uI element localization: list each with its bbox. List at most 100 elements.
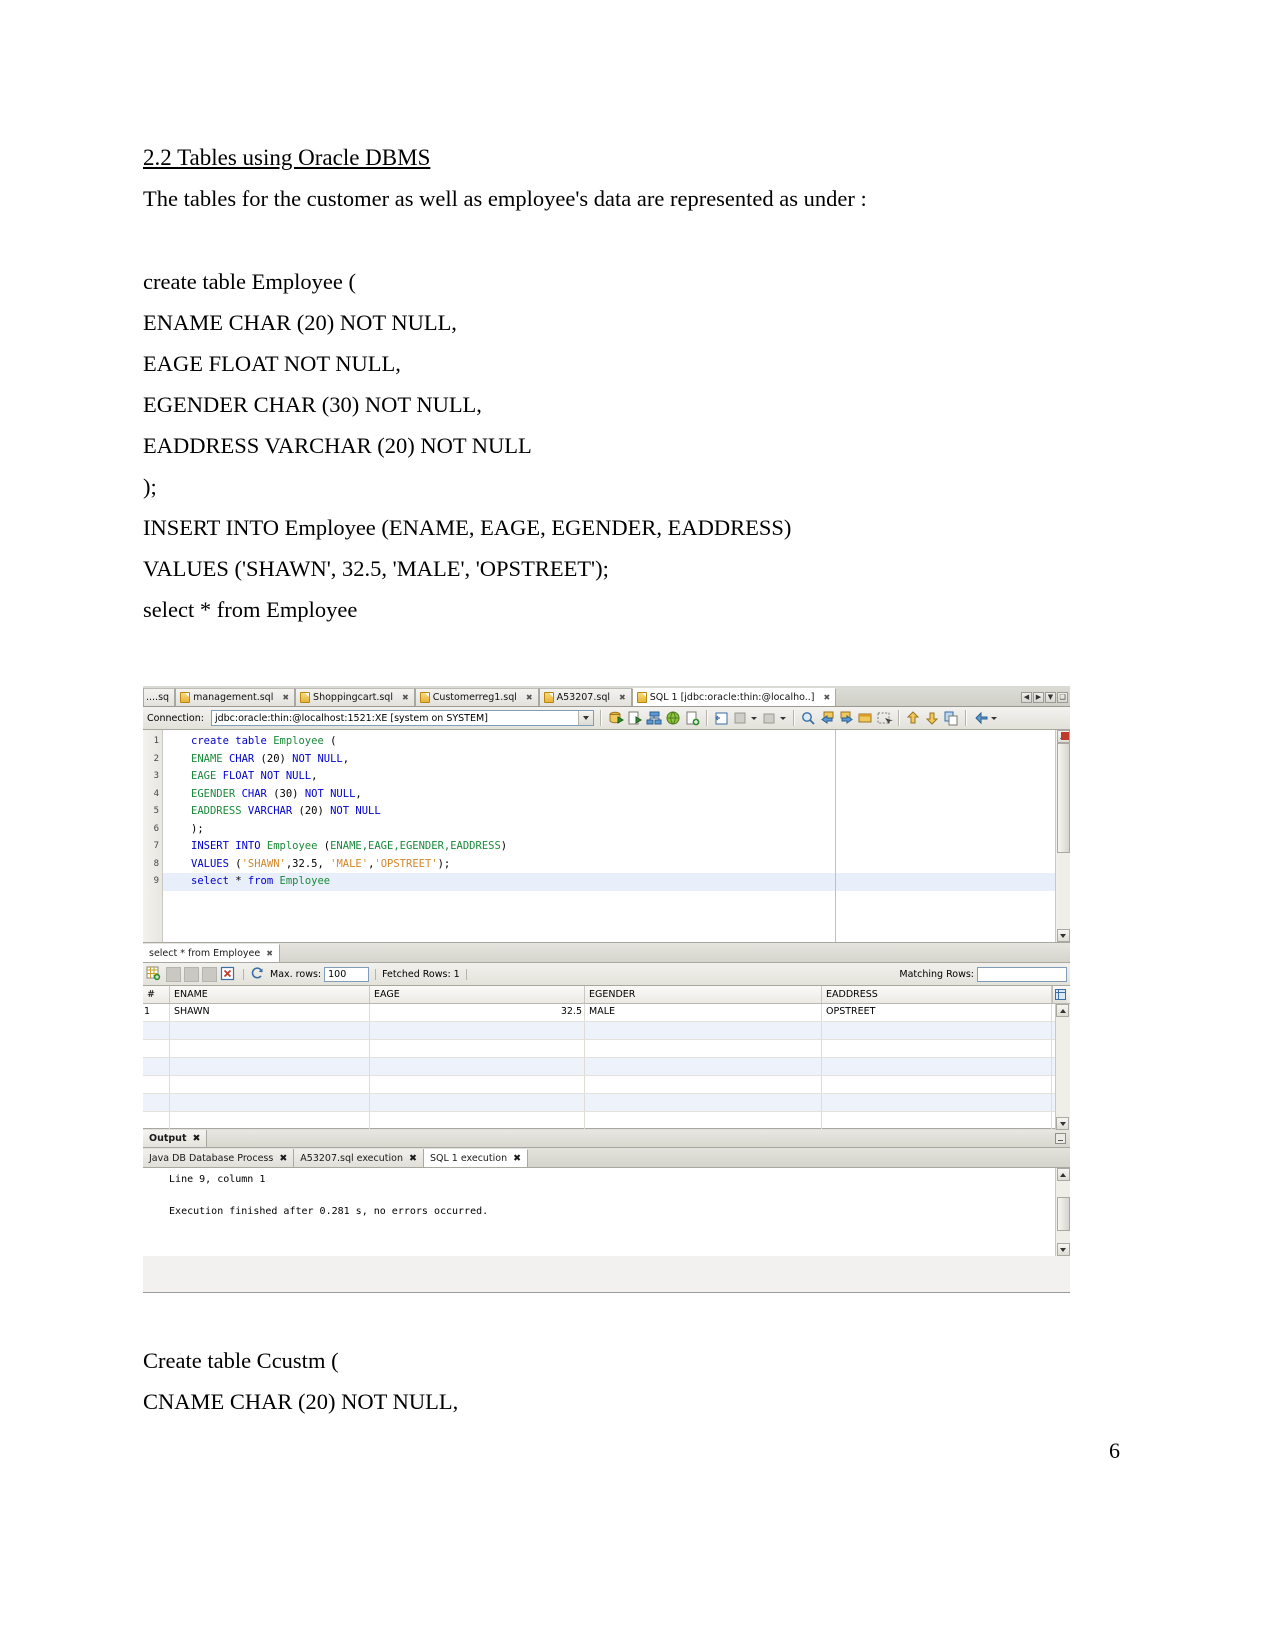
table-cell[interactable] [170,1058,370,1075]
run-statement-icon[interactable] [608,710,625,727]
scroll-up-icon[interactable] [1056,1004,1069,1017]
table-cell[interactable] [370,1112,585,1129]
grid-column-chooser-icon[interactable] [1052,986,1067,1003]
up-arrow-icon[interactable] [905,710,922,727]
table-cell[interactable] [822,1022,1052,1039]
table-cell[interactable] [143,1112,170,1129]
chevron-down-icon[interactable] [779,716,786,720]
table-cell[interactable] [143,1076,170,1093]
close-icon[interactable]: ✖ [266,949,273,958]
table-cell[interactable] [370,1058,585,1075]
results-grid-body[interactable]: 1 SHAWN 32.5 MALE OPSTREET [143,1004,1070,1130]
close-icon[interactable]: ✖ [513,1153,521,1164]
new-worksheet-icon[interactable] [684,710,701,727]
scroll-up-icon[interactable] [1056,1168,1070,1181]
previous-icon[interactable] [819,710,836,727]
scroll-down-icon[interactable] [1056,929,1070,942]
editor-vertical-scrollbar[interactable] [1055,730,1070,942]
table-cell[interactable] [143,1040,170,1057]
scrollbar-thumb[interactable] [1056,1197,1070,1231]
table-cell[interactable] [170,1040,370,1057]
connection-select[interactable]: jdbc:oracle:thin:@localhost:1521:XE [sys… [210,710,594,726]
copy-icon[interactable] [943,710,960,727]
globe-icon[interactable] [665,710,682,727]
column-header-eage[interactable]: EAGE [370,986,585,1003]
chevron-down-icon[interactable] [577,711,593,725]
autocommit-icon[interactable] [761,710,778,727]
table-cell[interactable] [170,1022,370,1039]
find-icon[interactable] [800,710,817,727]
output-panel-body[interactable]: Line 9, column 1 Execution finished afte… [143,1168,1070,1256]
grid-export-icon[interactable] [146,966,163,983]
table-cell[interactable] [370,1022,585,1039]
scrollbar-track[interactable] [1056,743,1070,929]
down-arrow-icon[interactable] [924,710,941,727]
column-header-egender[interactable]: EGENDER [585,986,822,1003]
close-icon[interactable]: ✖ [193,1133,201,1144]
table-cell[interactable] [822,1094,1052,1111]
output-tab-sql-1-execution[interactable]: SQL 1 execution ✖ [423,1149,529,1167]
matching-rows-input[interactable] [977,966,1067,982]
table-cell[interactable] [143,1022,170,1039]
scrollbar-track[interactable] [1056,1017,1069,1117]
tab-scroll-left-icon[interactable]: ◀ [1021,691,1032,703]
sql-editor[interactable]: 1 2 3 4 5 6 7 8 9 create table Employee … [143,730,1070,943]
tab-scroll-right-icon[interactable]: ▶ [1033,691,1044,703]
table-row-empty[interactable] [143,1094,1055,1112]
editor-tab-sql-1[interactable]: SQL 1 [jdbc:oracle:thin:@localho..] ✖ [631,688,837,706]
table-cell[interactable] [143,1094,170,1111]
table-row-empty[interactable] [143,1058,1055,1076]
rollback-icon[interactable] [732,710,749,727]
table-row-empty[interactable] [143,1112,1055,1130]
grid-delete-icon[interactable] [184,966,199,982]
table-row-empty[interactable] [143,1040,1055,1058]
explain-plan-icon[interactable] [646,710,663,727]
minimize-icon[interactable] [1055,1132,1066,1144]
editor-tab-customerreg1-sql[interactable]: Customerreg1.sql ✖ [414,688,539,706]
refresh-icon[interactable] [250,966,267,983]
window-icon[interactable] [857,710,874,727]
tab-list-chevron-down-icon[interactable]: ▼ [1045,691,1056,703]
select-region-icon[interactable] [876,710,893,727]
result-tab-select-from-employee[interactable]: select * from Employee ✖ [143,944,280,962]
table-cell[interactable] [585,1076,822,1093]
table-row-empty[interactable] [143,1076,1055,1094]
grid-cancel-icon[interactable] [220,966,237,983]
output-tab-a53207-sql-execution[interactable]: A53207.sql execution ✖ [294,1149,424,1167]
table-cell[interactable] [822,1076,1052,1093]
close-icon[interactable]: ✖ [824,693,831,702]
tab-maximize-icon[interactable]: ❑ [1057,691,1068,703]
column-header-ename[interactable]: ENAME [170,986,370,1003]
close-icon[interactable]: ✖ [402,693,409,702]
table-cell[interactable] [370,1094,585,1111]
output-panel-tab[interactable]: Output ✖ [143,1129,208,1147]
table-cell[interactable] [822,1112,1052,1129]
table-cell[interactable]: 1 [143,1004,170,1021]
editor-tab-a53207-sql[interactable]: A53207.sql ✖ [538,688,632,706]
table-cell[interactable] [170,1076,370,1093]
scroll-down-icon[interactable] [1056,1243,1070,1256]
output-vertical-scrollbar[interactable] [1055,1168,1070,1256]
results-grid-rows[interactable]: 1 SHAWN 32.5 MALE OPSTREET [143,1004,1055,1130]
scrollbar-thumb[interactable] [1056,743,1070,853]
results-grid[interactable]: # ENAME EAGE EGENDER EADDRESS 1 SHAWN 32.5… [143,986,1070,1130]
close-icon[interactable]: ✖ [619,693,626,702]
close-icon[interactable]: ✖ [526,693,533,702]
chevron-down-icon[interactable] [750,716,757,720]
table-cell[interactable]: OPSTREET [822,1004,1052,1021]
code-area[interactable]: create table Employee (ENAME CHAR (20) N… [163,730,1055,942]
table-cell[interactable]: MALE [585,1004,822,1021]
table-cell[interactable] [370,1076,585,1093]
close-icon[interactable]: ✖ [409,1153,417,1164]
column-header-eaddress[interactable]: EADDRESS [822,986,1052,1003]
table-cell[interactable] [585,1112,822,1129]
table-cell[interactable]: SHAWN [170,1004,370,1021]
table-cell[interactable] [170,1112,370,1129]
grid-commit-icon[interactable] [202,966,217,982]
table-row[interactable]: 1 SHAWN 32.5 MALE OPSTREET [143,1004,1055,1022]
editor-tab-management-sql[interactable]: management.sql ✖ [175,688,296,706]
editor-tab-shoppingcart-sql[interactable]: Shoppingcart.sql ✖ [295,688,415,706]
table-cell[interactable] [822,1040,1052,1057]
output-tab-java-db-database-process[interactable]: Java DB Database Process ✖ [143,1149,295,1167]
table-cell[interactable] [822,1058,1052,1075]
